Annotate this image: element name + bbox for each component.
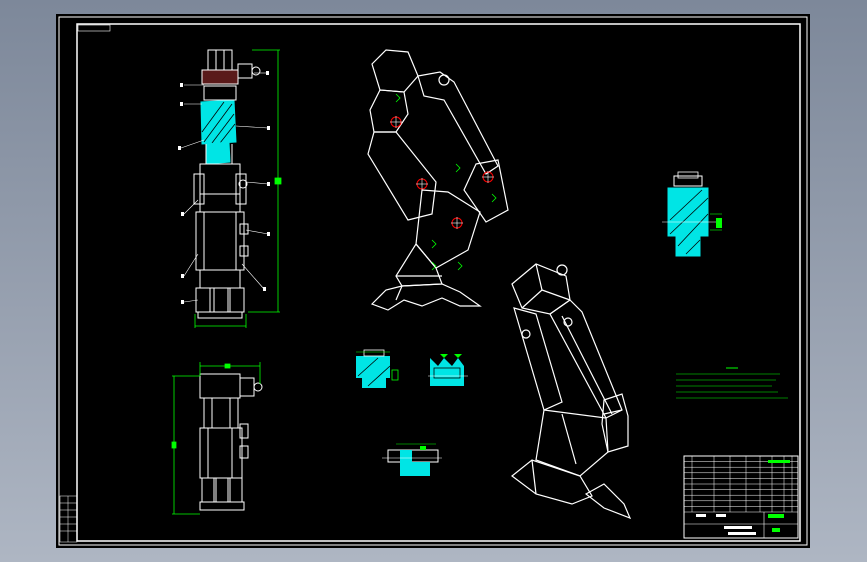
arm-piston-rod	[417, 71, 499, 175]
corner-code-box	[77, 24, 111, 32]
front-view-mid-body	[195, 211, 245, 271]
arm-top-block	[371, 49, 419, 93]
title-block	[683, 455, 799, 539]
arm-profile-joints	[390, 116, 494, 229]
isometric-arm-view	[511, 263, 632, 520]
drawing-sheet	[56, 14, 810, 548]
iso-foot-right	[584, 483, 632, 520]
front-view-dimensions	[194, 49, 282, 328]
inner-border	[76, 23, 801, 542]
arm-top-pin	[438, 74, 450, 86]
arm-foot	[370, 283, 482, 311]
arm-upper-link	[369, 89, 409, 133]
arm-profile-view	[367, 49, 509, 311]
cad-drawing-canvas	[58, 16, 808, 546]
technical-notes	[676, 367, 788, 399]
detail-bushing-right	[662, 171, 722, 257]
arm-upper-plate	[367, 131, 437, 221]
arm-profile-dim-marks	[395, 93, 497, 271]
front-view-assembly	[193, 49, 261, 319]
outer-border	[58, 16, 808, 546]
iso-base	[511, 459, 593, 505]
front-view-fitting	[237, 63, 253, 79]
detail-block-center	[356, 349, 399, 388]
front-view-upper-body	[199, 163, 241, 195]
arm-piston-body	[463, 159, 509, 223]
detail-slotted-part	[428, 354, 468, 386]
detail-flat-section	[382, 443, 442, 476]
front-view-flange	[201, 69, 239, 85]
arm-profile-centermarks	[390, 116, 494, 229]
part-list-table	[684, 456, 798, 512]
iso-lower-body	[535, 409, 609, 477]
side-view-assembly	[199, 373, 263, 511]
left-binding-block	[59, 495, 78, 543]
iso-right-cylinder	[549, 299, 623, 419]
iso-top-fitting	[556, 264, 568, 276]
front-view-head	[207, 49, 233, 71]
